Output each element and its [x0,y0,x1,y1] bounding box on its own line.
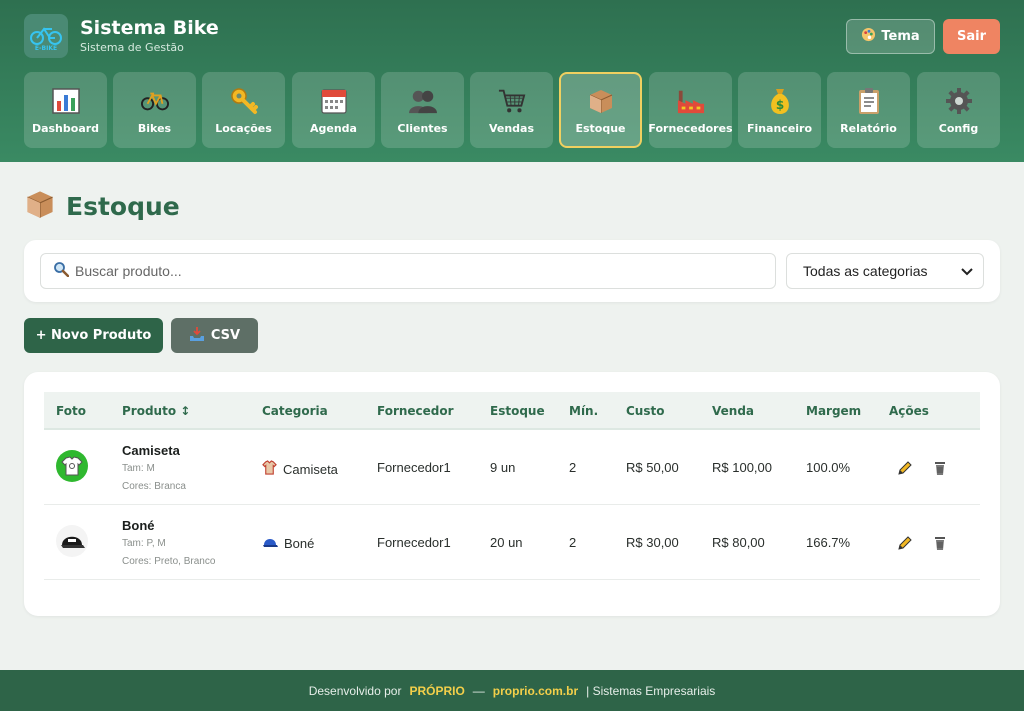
col-acoes: Ações [889,404,929,418]
app-title: Sistema Bike [80,17,219,39]
cap-icon [262,535,278,552]
page-title: Estoque [24,188,180,224]
trash-icon[interactable] [930,458,950,478]
product-cost: R$ 30,00 [626,535,679,550]
svg-text:$: $ [775,98,783,112]
money-bag-icon: $ [766,87,794,115]
bicycle-icon [140,87,169,115]
product-photo [56,525,88,557]
col-custo: Custo [626,404,665,418]
footer-prefix: Desenvolvido por [308,683,402,698]
footer-suffix: | Sistemas Empresariais [586,683,716,698]
col-foto: Foto [56,404,86,418]
nav-item-vendas[interactable]: Vendas [470,72,553,148]
nav-item-dashboard[interactable]: Dashboard [24,72,107,148]
app-header: E-BIKE Sistema Bike Sistema de Gestão Te… [0,0,1024,162]
app-subtitle: Sistema de Gestão [80,41,184,54]
nav-item-financeiro[interactable]: $ Financeiro [738,72,821,148]
search-input[interactable] [75,263,755,279]
box-icon [587,87,615,115]
nav-item-relatorio[interactable]: Relatório [827,72,910,148]
nav-item-fornecedores[interactable]: Fornecedores [648,72,733,148]
table-header: Foto Produto ↕ Categoria Fornecedor Esto… [44,392,980,430]
new-product-button[interactable]: + Novo Produto [24,318,163,353]
nav-item-estoque[interactable]: Estoque [559,72,642,148]
theme-button[interactable]: Tema [846,19,935,54]
category-select[interactable]: Todas as categorias [786,253,984,289]
col-produto-sort[interactable]: Produto ↕ [122,404,190,418]
factory-icon [677,87,705,115]
product-name: Camiseta [122,443,180,458]
edit-pencil-icon[interactable] [895,533,915,553]
product-margin: 100.0% [806,460,851,475]
product-supplier: Fornecedor1 [377,460,451,475]
product-photo [56,450,88,482]
product-size: Tam: M [122,463,155,474]
box-icon [24,188,56,224]
product-stock: 20 un [490,535,523,550]
footer-brand: PRÓPRIO [409,683,465,698]
product-category: Boné [262,535,314,552]
table-row: Camiseta Tam: M Cores: Branca Camiseta F… [44,430,980,505]
main-nav: Dashboard Bikes Locações Agenda Clientes [24,72,1000,148]
product-colors: Cores: Preto, Branco [122,556,216,567]
category-select-value: Todas as categorias [803,263,928,279]
footer-dash: — [472,683,485,698]
footer: Desenvolvido por PRÓPRIO — proprio.com.b… [0,670,1024,711]
product-price: R$ 80,00 [712,535,765,550]
nav-item-bikes[interactable]: Bikes [113,72,196,148]
csv-label: CSV [210,328,241,343]
users-icon [408,87,437,115]
products-table-card: Foto Produto ↕ Categoria Fornecedor Esto… [24,372,1000,616]
product-min: 2 [569,535,577,550]
col-fornecedor: Fornecedor [377,404,454,418]
nav-item-locacoes[interactable]: Locações [202,72,285,148]
product-size: Tam: P, M [122,538,166,549]
edit-pencil-icon[interactable] [895,458,915,478]
inbox-tray-icon [189,326,205,346]
logo: E-BIKE [24,14,68,58]
clipboard-icon [855,87,883,115]
key-icon [230,87,258,115]
nav-item-agenda[interactable]: Agenda [292,72,375,148]
page-title-text: Estoque [66,191,180,221]
cart-icon [498,87,526,115]
product-colors: Cores: Branca [122,481,186,492]
search-box[interactable] [40,253,776,289]
csv-export-button[interactable]: CSV [171,318,258,353]
col-estoque: Estoque [490,404,545,418]
nav-item-config[interactable]: Config [917,72,1000,148]
gear-icon [945,87,973,115]
product-price: R$ 100,00 [712,460,772,475]
product-category: Camiseta [262,460,338,478]
col-categoria: Categoria [262,404,328,418]
col-min: Mín. [569,404,599,418]
logout-button[interactable]: Sair [943,19,1000,54]
calendar-icon [320,87,348,115]
svg-text:E-BIKE: E-BIKE [35,45,57,51]
trash-icon[interactable] [930,533,950,553]
chevron-down-icon [961,263,973,279]
product-name: Boné [122,518,155,533]
table-row: Boné Tam: P, M Cores: Preto, Branco Boné… [44,505,980,580]
theme-button-label: Tema [881,29,920,44]
col-venda: Venda [712,404,754,418]
brand: E-BIKE Sistema Bike Sistema de Gestão [24,14,219,58]
col-margem: Margem [806,404,862,418]
product-margin: 166.7% [806,535,851,550]
filter-card: Todas as categorias [24,240,1000,302]
palette-icon [861,27,876,46]
chart-icon [51,87,80,115]
product-cost: R$ 50,00 [626,460,679,475]
search-icon [53,261,70,281]
footer-site-link[interactable]: proprio.com.br [493,684,578,698]
product-supplier: Fornecedor1 [377,535,451,550]
shirt-icon [262,460,277,478]
product-min: 2 [569,460,577,475]
product-stock: 9 un [490,460,516,475]
nav-item-clientes[interactable]: Clientes [381,72,464,148]
